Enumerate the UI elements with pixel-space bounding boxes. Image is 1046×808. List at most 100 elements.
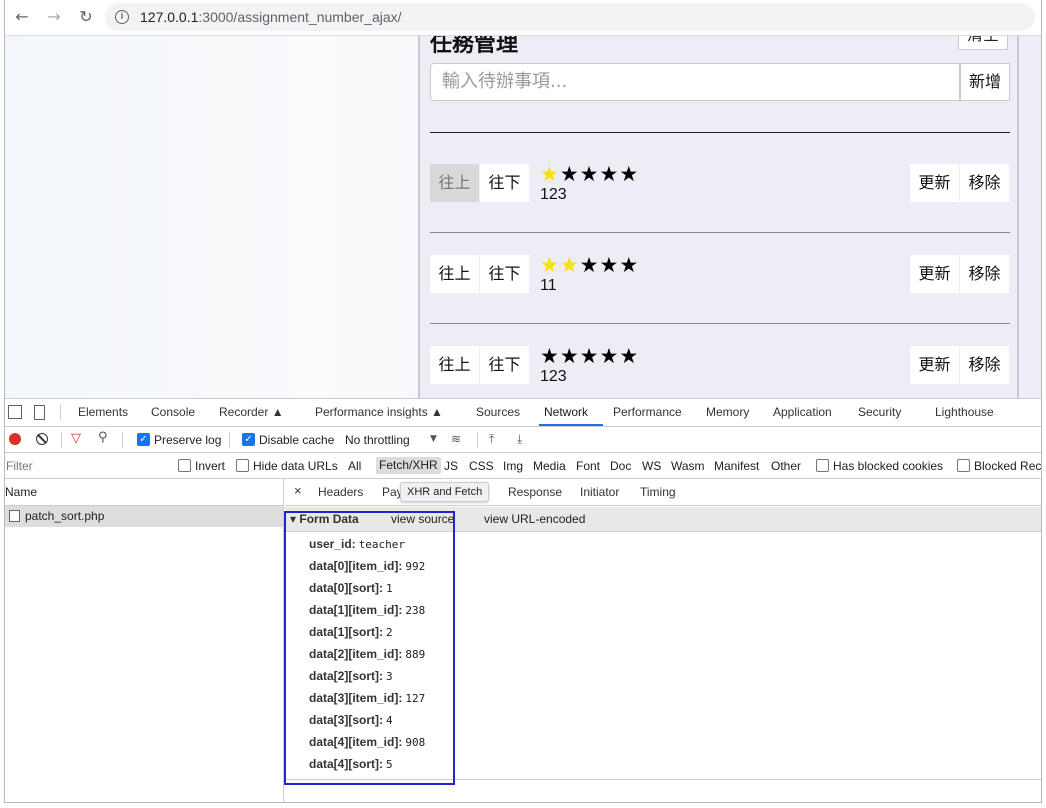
move-up-button[interactable]: 往上: [430, 255, 479, 293]
inspect-element-icon[interactable]: [8, 405, 22, 419]
task-row: 往上 往下 ★★★★★ 11 更新 移除: [430, 233, 1010, 324]
tab-initiator[interactable]: Initiator: [580, 485, 619, 499]
star-icon[interactable]: ★: [560, 162, 580, 186]
close-icon[interactable]: ×: [294, 483, 302, 498]
filter-funnel-icon[interactable]: ▽: [71, 430, 81, 446]
star-icon[interactable]: ★: [540, 253, 560, 277]
star-icon[interactable]: ★: [560, 253, 580, 277]
back-arrow-icon[interactable]: ←: [11, 6, 33, 28]
disable-cache-checkbox[interactable]: ✓: [242, 433, 255, 446]
devtools-tab-elements[interactable]: Elements: [78, 405, 128, 419]
url-text[interactable]: 127.0.0.1:3000/assignment_number_ajax/: [140, 9, 402, 25]
name-column-header[interactable]: Name: [5, 479, 283, 506]
throttling-select[interactable]: No throttling: [345, 433, 410, 447]
devtools-tab-performance-insights[interactable]: Performance insights ▲: [315, 405, 443, 419]
type-filter-all[interactable]: All: [348, 459, 361, 473]
devtools-tabbar: Elements Console Recorder ▲ Performance ins…: [5, 399, 1041, 427]
star-icon[interactable]: ★: [540, 162, 560, 186]
reload-icon[interactable]: ↻: [75, 6, 97, 28]
chevron-down-icon[interactable]: ▼: [430, 434, 437, 444]
star-icon[interactable]: ★: [580, 162, 600, 186]
divider: [430, 132, 1010, 133]
has-blocked-cookies-checkbox[interactable]: [816, 459, 829, 472]
task-name: 123: [540, 368, 567, 385]
type-filter-media[interactable]: Media: [533, 459, 566, 473]
star-icon[interactable]: ★: [619, 162, 639, 186]
devtools-tab-lighthouse[interactable]: Lighthouse: [935, 405, 994, 419]
page-title: 任務管理: [430, 36, 519, 56]
type-filter-css[interactable]: CSS: [469, 459, 494, 473]
devtools-tab-application[interactable]: Application: [773, 405, 832, 419]
request-row[interactable]: patch_sort.php: [5, 506, 283, 527]
network-conditions-icon[interactable]: ≋: [451, 432, 461, 446]
file-icon: [9, 510, 20, 522]
move-down-button[interactable]: 往下: [480, 164, 529, 202]
tab-headers[interactable]: Headers: [318, 485, 363, 499]
star-icon[interactable]: ★: [619, 344, 639, 368]
star-icon[interactable]: ★: [599, 344, 619, 368]
type-filter-fetch-xhr[interactable]: Fetch/XHR: [376, 457, 441, 474]
star-icon[interactable]: ★: [580, 253, 600, 277]
separator: [229, 433, 230, 447]
clear-button[interactable]: 清空: [958, 36, 1008, 50]
star-rating[interactable]: ★★★★★: [540, 344, 639, 368]
type-filter-img[interactable]: Img: [503, 459, 523, 473]
type-filter-other[interactable]: Other: [771, 459, 801, 473]
type-filter-ws[interactable]: WS: [642, 459, 661, 473]
forward-arrow-icon[interactable]: →: [43, 6, 65, 28]
record-icon[interactable]: [9, 433, 21, 445]
star-icon[interactable]: ★: [560, 344, 580, 368]
preserve-log-checkbox[interactable]: ✓: [137, 433, 150, 446]
address-bar[interactable]: i 127.0.0.1:3000/assignment_number_ajax/: [105, 3, 1035, 31]
star-rating[interactable]: ★★★★★: [540, 162, 639, 186]
remove-button[interactable]: 移除: [960, 346, 1009, 384]
blocked-requests-checkbox[interactable]: [957, 459, 970, 472]
star-icon[interactable]: ★: [540, 344, 560, 368]
info-icon[interactable]: i: [115, 10, 129, 24]
update-button[interactable]: 更新: [910, 346, 959, 384]
disable-cache-label: Disable cache: [259, 433, 335, 447]
import-har-icon[interactable]: ⤒: [489, 432, 494, 447]
update-button[interactable]: 更新: [910, 255, 959, 293]
move-down-button[interactable]: 往下: [480, 255, 529, 293]
todo-input[interactable]: 輸入待辦事項...: [430, 63, 960, 101]
devtools-tab-console[interactable]: Console: [151, 405, 195, 419]
star-rating[interactable]: ★★★★★: [540, 253, 639, 277]
separator: [122, 433, 123, 447]
search-icon[interactable]: ⚲: [98, 430, 108, 445]
network-toolbar: ▽ ⚲ ✓ Preserve log ✓ Disable cache No th…: [5, 427, 1041, 453]
star-icon[interactable]: ★: [599, 162, 619, 186]
move-up-button[interactable]: 往上: [430, 164, 479, 202]
move-up-button[interactable]: 往上: [430, 346, 479, 384]
tab-response[interactable]: Response: [508, 485, 562, 499]
devtools-tab-sources[interactable]: Sources: [476, 405, 520, 419]
devtools-tab-memory[interactable]: Memory: [706, 405, 749, 419]
filter-input[interactable]: Filter: [5, 456, 165, 476]
invert-checkbox[interactable]: [178, 459, 191, 472]
devtools-panel: Elements Console Recorder ▲ Performance ins…: [5, 398, 1041, 802]
devtools-tab-recorder[interactable]: Recorder ▲: [219, 405, 284, 419]
type-filter-wasm[interactable]: Wasm: [671, 459, 705, 473]
remove-button[interactable]: 移除: [960, 255, 1009, 293]
export-har-icon[interactable]: ⤓: [517, 432, 522, 447]
type-filter-doc[interactable]: Doc: [610, 459, 631, 473]
update-button[interactable]: 更新: [910, 164, 959, 202]
clear-log-icon[interactable]: [36, 433, 48, 445]
remove-button[interactable]: 移除: [960, 164, 1009, 202]
star-icon[interactable]: ★: [580, 344, 600, 368]
add-button[interactable]: 新增: [960, 63, 1010, 101]
type-filter-font[interactable]: Font: [576, 459, 600, 473]
devtools-tab-performance[interactable]: Performance: [613, 405, 682, 419]
hide-data-urls-checkbox[interactable]: [236, 459, 249, 472]
star-icon[interactable]: ★: [619, 253, 639, 277]
devtools-tab-network[interactable]: Network: [544, 405, 588, 419]
annotation-highlight-box: [284, 511, 455, 785]
device-toolbar-icon[interactable]: [34, 405, 45, 420]
devtools-tab-security[interactable]: Security: [858, 405, 901, 419]
move-down-button[interactable]: 往下: [480, 346, 529, 384]
tab-timing[interactable]: Timing: [640, 485, 676, 499]
type-filter-manifest[interactable]: Manifest: [714, 459, 759, 473]
star-icon[interactable]: ★: [599, 253, 619, 277]
type-filter-js[interactable]: JS: [444, 459, 458, 473]
view-url-encoded-link[interactable]: view URL-encoded: [484, 512, 585, 526]
